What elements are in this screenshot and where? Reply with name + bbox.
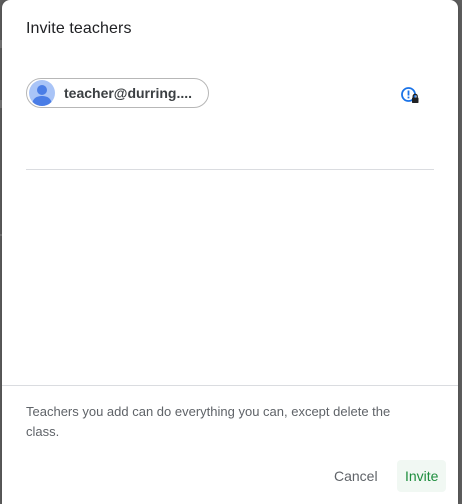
permission-note: Teachers you add can do everything you c… [26, 404, 391, 439]
invite-button[interactable]: Invite [397, 460, 447, 492]
recipient-chip[interactable]: teacher@durring.... [26, 78, 209, 108]
recipient-chip-label: teacher@durring.... [64, 85, 193, 101]
cancel-button[interactable]: Cancel [326, 460, 386, 492]
dialog-title: Invite teachers [26, 20, 132, 37]
lock-info-icon[interactable] [400, 86, 420, 106]
input-underline [26, 169, 434, 170]
invite-dialog: Invite teachers teacher@durring.... Teac… [2, 0, 458, 504]
footer-divider [2, 385, 458, 386]
person-icon [29, 80, 55, 106]
